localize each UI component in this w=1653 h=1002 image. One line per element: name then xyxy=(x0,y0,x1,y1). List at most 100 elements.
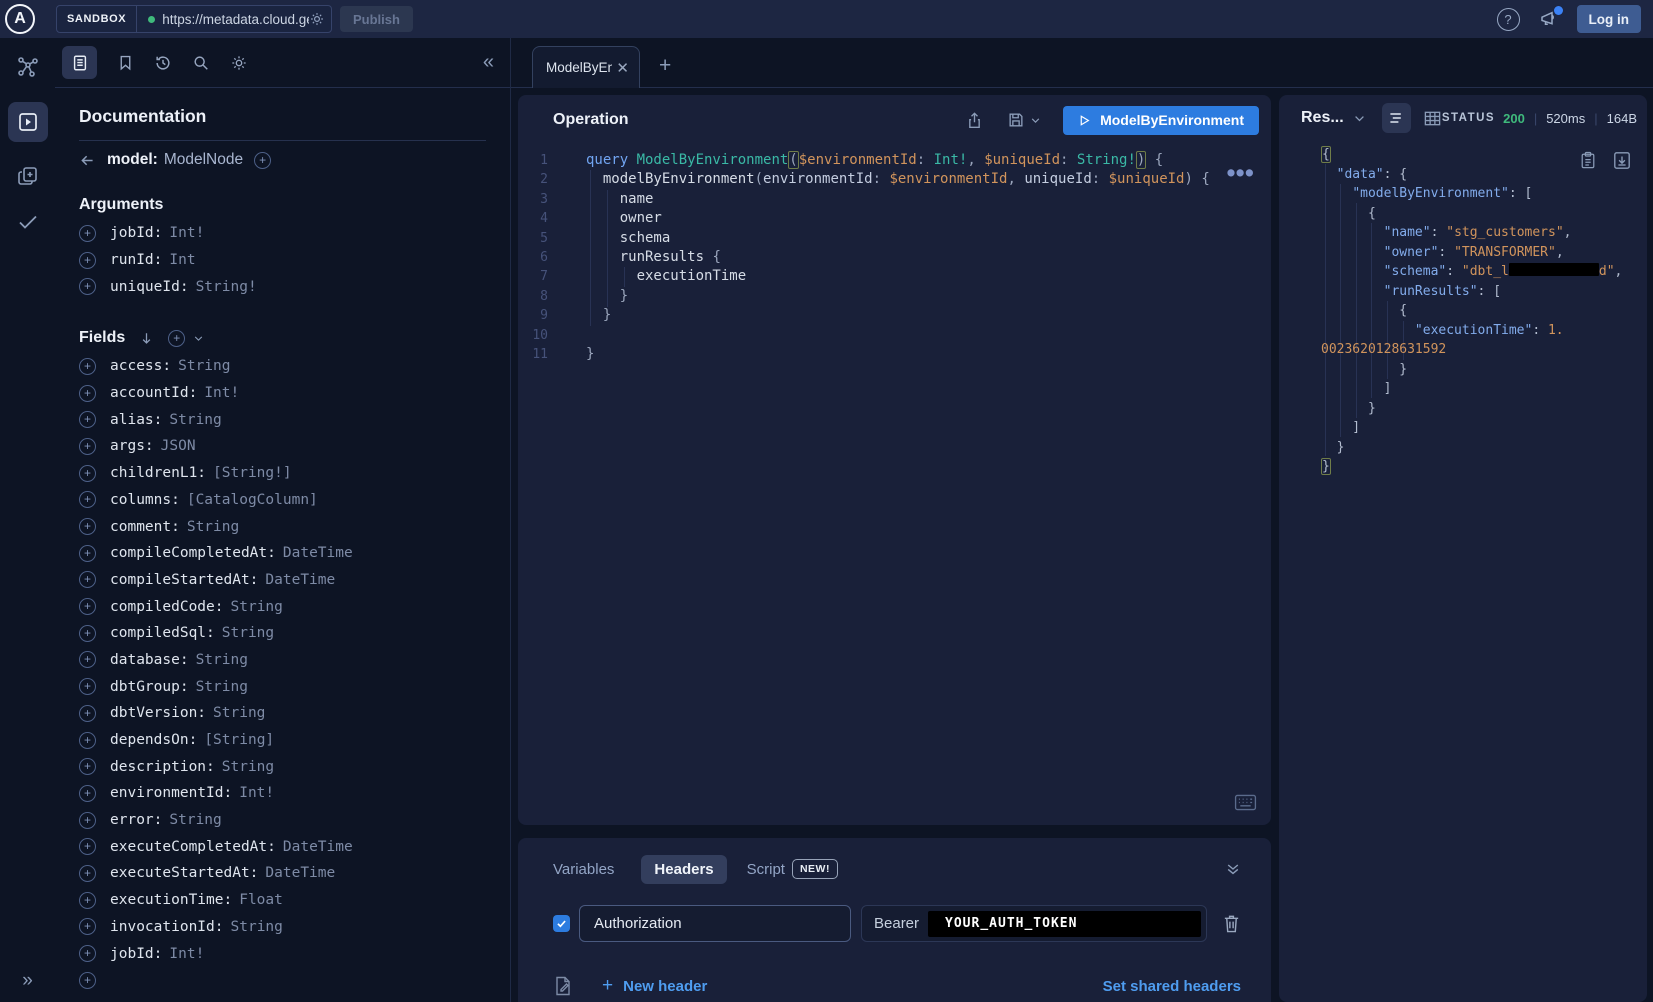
copy-response-icon[interactable] xyxy=(1580,151,1596,170)
collapse-panel-icon[interactable] xyxy=(1225,861,1241,877)
add-field-icon[interactable]: + xyxy=(254,152,271,169)
add-to-query-icon[interactable]: + xyxy=(79,252,96,269)
table-view-icon[interactable] xyxy=(1423,109,1442,128)
sort-fields-icon[interactable] xyxy=(139,331,154,346)
editor-menu-icon[interactable]: ●●● xyxy=(1227,165,1255,179)
share-operation-icon[interactable] xyxy=(966,111,983,130)
doc-field-row[interactable]: +accountId:Int! xyxy=(79,380,486,407)
endpoint-url[interactable]: https://metadata.cloud.get xyxy=(162,12,309,27)
add-to-query-icon[interactable]: + xyxy=(79,838,96,855)
chevron-down-icon[interactable] xyxy=(193,333,204,344)
doc-field-row[interactable]: +executionTime:Float xyxy=(79,887,486,914)
expand-rail-icon[interactable]: » xyxy=(22,970,33,992)
doc-field-row[interactable]: +executeStartedAt:DateTime xyxy=(79,860,486,887)
add-to-query-icon[interactable]: + xyxy=(79,225,96,242)
doc-field-row[interactable]: +columns:[CatalogColumn] xyxy=(79,487,486,514)
tab-headers[interactable]: Headers xyxy=(641,855,726,884)
doc-field-row[interactable]: +database:String xyxy=(79,647,486,674)
code-area[interactable]: query ModelByEnvironment($environmentId:… xyxy=(586,151,1235,364)
endpoint-control[interactable]: SANDBOX https://metadata.cloud.get xyxy=(56,5,332,33)
announcements-icon[interactable] xyxy=(1539,9,1559,29)
add-to-query-icon[interactable]: + xyxy=(79,918,96,935)
add-to-query-icon[interactable]: + xyxy=(79,758,96,775)
doc-field-row[interactable]: +dbtGroup:String xyxy=(79,673,486,700)
explorer-icon[interactable] xyxy=(8,102,48,142)
doc-field-row[interactable]: + xyxy=(79,967,486,994)
header-enabled-checkbox[interactable] xyxy=(553,915,570,932)
add-to-query-icon[interactable]: + xyxy=(79,865,96,882)
doc-field-row[interactable]: +description:String xyxy=(79,753,486,780)
add-to-query-icon[interactable]: + xyxy=(79,705,96,722)
add-to-query-icon[interactable]: + xyxy=(79,598,96,615)
add-to-query-icon[interactable]: + xyxy=(79,678,96,695)
keyboard-shortcuts-icon[interactable] xyxy=(1234,794,1257,811)
add-to-query-icon[interactable]: + xyxy=(79,785,96,802)
tab-variables[interactable]: Variables xyxy=(553,861,614,878)
doc-field-row[interactable]: +uniqueId:String! xyxy=(79,273,486,300)
add-to-query-icon[interactable]: + xyxy=(79,438,96,455)
documentation-tab-icon[interactable] xyxy=(62,46,97,79)
doc-field-row[interactable]: +args:JSON xyxy=(79,433,486,460)
header-value-input[interactable]: Bearer YOUR_AUTH_TOKEN xyxy=(861,905,1207,942)
graphql-editor[interactable]: 1234567891011 query ModelByEnvironment($… xyxy=(518,145,1271,825)
endpoint-settings-icon[interactable] xyxy=(309,11,325,27)
back-arrow-icon[interactable] xyxy=(79,152,96,169)
login-button[interactable]: Log in xyxy=(1577,5,1642,33)
schema-graph-icon[interactable] xyxy=(15,54,41,80)
add-to-query-icon[interactable]: + xyxy=(79,892,96,909)
add-to-query-icon[interactable]: + xyxy=(79,625,96,642)
help-icon[interactable]: ? xyxy=(1497,8,1520,31)
download-response-icon[interactable] xyxy=(1613,151,1631,170)
add-to-query-icon[interactable]: + xyxy=(79,518,96,535)
publish-button[interactable]: Publish xyxy=(340,6,413,32)
doc-field-row[interactable]: +jobId:Int! xyxy=(79,220,486,247)
new-header-button[interactable]: + New header xyxy=(602,975,707,997)
add-all-fields-icon[interactable]: + xyxy=(168,330,185,347)
auth-token-value[interactable]: YOUR_AUTH_TOKEN xyxy=(928,911,1201,937)
add-to-query-icon[interactable]: + xyxy=(79,358,96,375)
save-operation-icon[interactable] xyxy=(1007,111,1025,129)
doc-field-row[interactable]: +alias:String xyxy=(79,406,486,433)
sandbox-pages-icon[interactable] xyxy=(16,164,40,188)
operation-tab[interactable]: ModelByEnvi... ✕ xyxy=(532,46,640,88)
new-tab-icon[interactable]: + xyxy=(659,55,671,76)
response-json[interactable]: { "data": { "modelByEnvironment": [ { "n… xyxy=(1321,145,1637,477)
doc-field-row[interactable]: +dbtVersion:String xyxy=(79,700,486,727)
doc-field-row[interactable]: +invocationId:String xyxy=(79,914,486,941)
response-title[interactable]: Res... xyxy=(1301,109,1344,127)
close-tab-icon[interactable]: ✕ xyxy=(616,59,629,77)
doc-field-row[interactable]: +runId:Int xyxy=(79,247,486,274)
header-key-input[interactable]: Authorization xyxy=(579,905,851,942)
collapse-docs-icon[interactable]: « xyxy=(483,51,494,74)
tree-view-icon[interactable] xyxy=(1382,103,1411,133)
add-to-query-icon[interactable]: + xyxy=(79,465,96,482)
add-to-query-icon[interactable]: + xyxy=(79,278,96,295)
doc-field-row[interactable]: +compileCompletedAt:DateTime xyxy=(79,540,486,567)
run-operation-button[interactable]: ModelByEnvironment xyxy=(1063,106,1259,135)
doc-field-row[interactable]: +error:String xyxy=(79,807,486,834)
doc-field-row[interactable]: +access:String xyxy=(79,353,486,380)
add-to-query-icon[interactable]: + xyxy=(79,651,96,668)
history-icon[interactable] xyxy=(154,54,172,72)
response-dropdown-icon[interactable] xyxy=(1353,112,1366,125)
add-to-query-icon[interactable]: + xyxy=(79,411,96,428)
doc-field-row[interactable]: +comment:String xyxy=(79,513,486,540)
doc-field-row[interactable]: +environmentId:Int! xyxy=(79,780,486,807)
set-shared-headers-link[interactable]: Set shared headers xyxy=(1103,978,1241,995)
tab-script[interactable]: Script xyxy=(747,861,785,878)
doc-field-row[interactable]: +jobId:Int! xyxy=(79,940,486,967)
checks-icon[interactable] xyxy=(16,210,40,234)
add-to-query-icon[interactable]: + xyxy=(79,545,96,562)
delete-header-icon[interactable] xyxy=(1222,913,1241,934)
add-to-query-icon[interactable]: + xyxy=(79,812,96,829)
doc-field-row[interactable]: +compiledSql:String xyxy=(79,620,486,647)
add-to-query-icon[interactable]: + xyxy=(79,972,96,989)
doc-field-row[interactable]: +executeCompletedAt:DateTime xyxy=(79,833,486,860)
bookmarks-icon[interactable] xyxy=(117,54,134,71)
apollo-logo[interactable]: A xyxy=(5,4,35,34)
doc-field-row[interactable]: +compileStartedAt:DateTime xyxy=(79,567,486,594)
doc-field-row[interactable]: +childrenL1:[String!] xyxy=(79,460,486,487)
save-options-chevron-icon[interactable] xyxy=(1030,115,1041,126)
add-to-query-icon[interactable]: + xyxy=(79,491,96,508)
add-to-query-icon[interactable]: + xyxy=(79,732,96,749)
